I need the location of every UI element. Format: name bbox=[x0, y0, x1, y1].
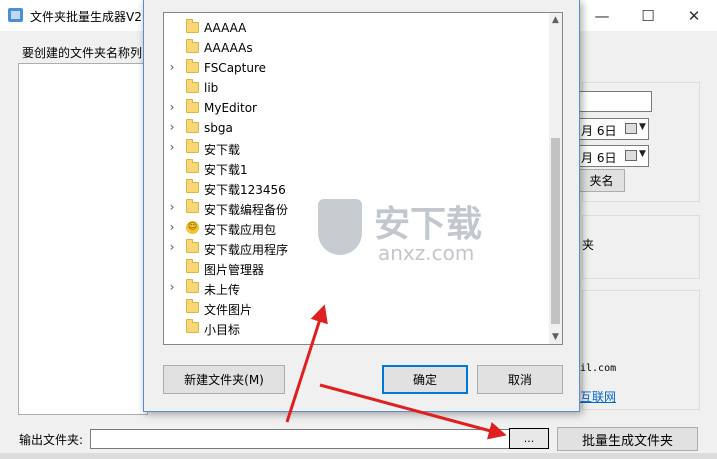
vertical-scrollbar[interactable]: ▲ ▼ bbox=[549, 13, 562, 344]
tree-item[interactable]: › MyEditor bbox=[164, 98, 549, 118]
tree-item-label: sbga bbox=[204, 121, 233, 135]
end-date-picker[interactable]: 月 6日 ▼ bbox=[578, 145, 649, 167]
tree-item-label: lib bbox=[204, 81, 219, 95]
folder-icon bbox=[186, 159, 199, 173]
calendar-icon bbox=[625, 123, 637, 134]
tree-item-label: AAAAAs bbox=[204, 41, 253, 55]
start-date-value: 月 6日 bbox=[581, 124, 617, 138]
options-label: 夹 bbox=[582, 238, 595, 252]
tree-item[interactable]: 安下载1 bbox=[164, 158, 549, 178]
watermark-text: 安下载 bbox=[374, 204, 483, 245]
folder-icon bbox=[186, 139, 199, 153]
tree-item[interactable]: › sbga bbox=[164, 118, 549, 138]
folder-names-textarea[interactable] bbox=[18, 63, 148, 415]
chevron-right-icon[interactable]: › bbox=[167, 280, 177, 294]
folder-icon bbox=[186, 19, 199, 33]
new-folder-button[interactable]: 新建文件夹(M) bbox=[163, 365, 285, 394]
scroll-up-arrow-icon[interactable]: ▲ bbox=[549, 13, 562, 27]
folder-name-button[interactable]: 夹名 bbox=[578, 169, 625, 192]
folder-icon bbox=[186, 179, 199, 193]
smiley-icon: ☺ bbox=[186, 221, 199, 234]
tree-item-label: MyEditor bbox=[204, 101, 257, 115]
ok-button[interactable]: 确定 bbox=[382, 365, 468, 394]
start-date-picker[interactable]: 月 6日 ▼ bbox=[578, 118, 649, 140]
chevron-down-icon: ▼ bbox=[639, 122, 646, 132]
close-button[interactable]: ✕ bbox=[671, 0, 717, 31]
status-strip bbox=[0, 453, 717, 459]
batch-generate-button[interactable]: 批量生成文件夹 bbox=[557, 427, 698, 451]
folder-icon bbox=[186, 279, 199, 293]
tree-item-label: 安下载应用包 bbox=[204, 223, 277, 237]
tree-item-label: 安下载 bbox=[204, 143, 241, 157]
chevron-right-icon[interactable]: › bbox=[167, 120, 177, 134]
folder-icon bbox=[186, 199, 199, 213]
output-folder-input[interactable] bbox=[90, 429, 510, 449]
folder-tree[interactable]: AAAAA AAAAAs › FSCapture lib › MyEditor › sbga › 安… bbox=[163, 12, 563, 345]
watermark-shield-icon bbox=[318, 199, 362, 255]
folder-icon bbox=[186, 39, 199, 53]
tree-item-label: FSCapture bbox=[204, 61, 267, 75]
cancel-button[interactable]: 取消 bbox=[477, 365, 563, 394]
tree-item[interactable]: lib bbox=[164, 78, 549, 98]
tree-item[interactable]: AAAAA bbox=[164, 18, 549, 38]
minimize-button[interactable]: — bbox=[579, 0, 625, 31]
folder-list-label: 要创建的文件夹名称列: bbox=[22, 46, 147, 60]
folder-icon bbox=[186, 59, 199, 73]
chevron-right-icon[interactable]: › bbox=[167, 100, 177, 114]
tree-item-label: 安下载应用程序 bbox=[204, 243, 289, 257]
window-title: 文件夹批量生成器V2. bbox=[30, 10, 142, 24]
chevron-right-icon[interactable]: › bbox=[167, 140, 177, 154]
folder-icon bbox=[186, 259, 199, 273]
tree-item[interactable]: 文件图片 bbox=[164, 298, 549, 318]
end-date-value: 月 6日 bbox=[581, 151, 617, 165]
folder-icon bbox=[186, 119, 199, 133]
chevron-right-icon[interactable]: › bbox=[167, 60, 177, 74]
browse-button[interactable]: ... bbox=[509, 428, 549, 449]
tree-item-label: 小目标 bbox=[204, 323, 241, 337]
tree-item[interactable]: › 安下载 bbox=[164, 138, 549, 158]
scroll-thumb[interactable] bbox=[551, 138, 560, 324]
email-text: il.com bbox=[580, 363, 617, 374]
folder-icon bbox=[186, 319, 199, 333]
tree-item[interactable]: › 未上传 bbox=[164, 278, 549, 298]
folder-icon bbox=[186, 99, 199, 113]
calendar-icon bbox=[625, 150, 637, 161]
maximize-button[interactable]: ☐ bbox=[625, 0, 671, 31]
output-folder-label: 输出文件夹: bbox=[19, 433, 84, 447]
tree-item-label: 安下载123456 bbox=[204, 183, 286, 197]
tree-item[interactable]: AAAAAs bbox=[164, 38, 549, 58]
options-group bbox=[582, 215, 700, 279]
scroll-down-arrow-icon[interactable]: ▼ bbox=[549, 330, 562, 344]
tree-item-label: AAAAA bbox=[204, 21, 247, 35]
tree-item[interactable]: › FSCapture bbox=[164, 58, 549, 78]
watermark-subtext: anxz.com bbox=[378, 241, 475, 265]
chevron-right-icon[interactable]: › bbox=[167, 200, 177, 214]
website-link[interactable]: 互联网 bbox=[580, 388, 616, 405]
chevron-down-icon: ▼ bbox=[639, 149, 646, 159]
tree-item-label: 未上传 bbox=[204, 283, 241, 297]
watermark: 安下载 anxz.com bbox=[300, 195, 490, 275]
folder-icon bbox=[186, 299, 199, 313]
folder-icon bbox=[186, 79, 199, 93]
tree-item-label: 文件图片 bbox=[204, 303, 253, 317]
tree-item[interactable]: 小目标 bbox=[164, 318, 549, 338]
tree-item-label: 安下载1 bbox=[204, 163, 248, 177]
chevron-right-icon[interactable]: › bbox=[167, 220, 177, 234]
chevron-right-icon[interactable]: › bbox=[167, 240, 177, 254]
tree-item-label: 图片管理器 bbox=[204, 263, 265, 277]
folder-icon bbox=[186, 239, 199, 253]
prefix-input[interactable] bbox=[578, 91, 652, 112]
app-icon bbox=[8, 8, 23, 22]
tree-item-label: 安下载编程备份 bbox=[204, 203, 289, 217]
